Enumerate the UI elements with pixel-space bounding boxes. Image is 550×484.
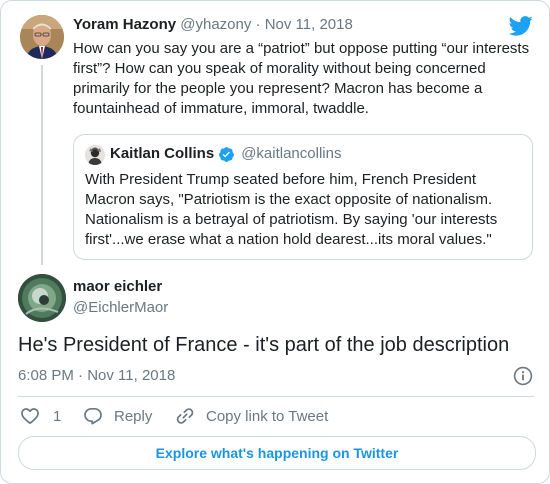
- explore-twitter-button[interactable]: Explore what's happening on Twitter: [18, 436, 536, 470]
- main-author-name[interactable]: maor eichler: [73, 277, 162, 297]
- twitter-bird-icon[interactable]: [509, 16, 533, 36]
- parent-author-handle[interactable]: @yhazony: [180, 16, 251, 33]
- heart-icon: [21, 408, 39, 425]
- parent-tweet-header: Yoram Hazony @yhazony · Nov 11, 2018: [73, 15, 353, 35]
- quoted-tweet[interactable]: Kaitlan Collins @kaitlancollins With Pre…: [73, 134, 533, 260]
- info-icon[interactable]: [513, 366, 533, 386]
- reply-label: Reply: [114, 407, 153, 425]
- parent-author-avatar[interactable]: [20, 15, 64, 59]
- actions-divider: [18, 396, 534, 397]
- copy-link-label: Copy link to Tweet: [206, 407, 329, 425]
- embedded-tweet-card: Yoram Hazony @yhazony · Nov 11, 2018 How…: [0, 0, 550, 484]
- thread-connector-line: [41, 65, 43, 265]
- quoted-tweet-text: With President Trump seated before him, …: [85, 171, 498, 248]
- parent-tweet-text: How can you say you are a “patriot” but …: [73, 40, 530, 117]
- verified-badge-icon: [219, 146, 235, 162]
- like-count: 1: [53, 407, 62, 425]
- like-button[interactable]: 1: [20, 405, 61, 427]
- reply-button[interactable]: Reply: [83, 405, 152, 427]
- header-separator: ·: [255, 16, 261, 33]
- quoted-author-name[interactable]: Kaitlan Collins: [110, 144, 214, 164]
- parent-author-name[interactable]: Yoram Hazony: [73, 16, 176, 33]
- quoted-author-avatar: [85, 145, 105, 165]
- copy-link-button[interactable]: Copy link to Tweet: [175, 405, 328, 427]
- main-tweet-timestamp[interactable]: 6:08 PM · Nov 11, 2018: [18, 366, 175, 386]
- main-author-handle[interactable]: @EichlerMaor: [73, 298, 168, 318]
- parent-tweet-date[interactable]: Nov 11, 2018: [265, 16, 353, 33]
- main-author-avatar[interactable]: [18, 274, 66, 322]
- link-icon: [176, 408, 194, 424]
- quoted-tweet-header: Kaitlan Collins @kaitlancollins: [110, 144, 341, 164]
- main-tweet-text: He's President of France - it's part of …: [18, 334, 510, 356]
- quoted-author-handle[interactable]: @kaitlancollins: [241, 144, 341, 164]
- reply-bubble-icon: [84, 407, 102, 425]
